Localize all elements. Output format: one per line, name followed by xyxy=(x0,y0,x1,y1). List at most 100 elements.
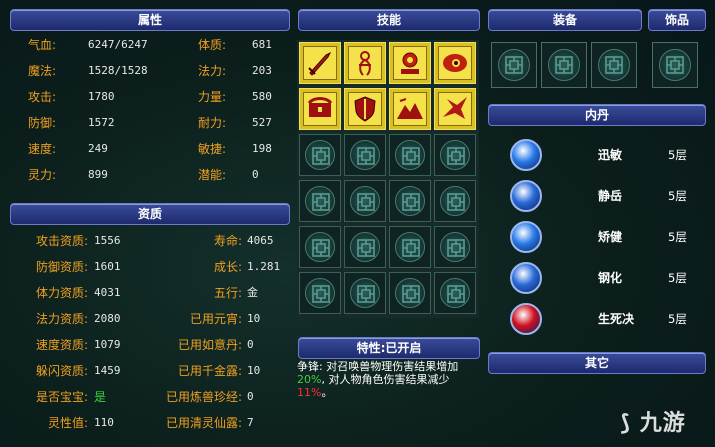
aptitude-header: 资质 xyxy=(10,203,290,225)
skill-slot-empty[interactable] xyxy=(344,180,386,222)
empty-slot-icon xyxy=(598,49,630,81)
skill-slot-empty[interactable] xyxy=(389,226,431,268)
empty-slot-icon xyxy=(498,49,530,81)
attribute-label: 防御: xyxy=(28,116,57,130)
empty-slot-icon xyxy=(350,232,380,262)
inner-dan-icon[interactable] xyxy=(510,262,542,294)
aptitude-label: 速度资质: xyxy=(35,338,88,352)
empty-slot-icon xyxy=(395,140,425,170)
chest-skill-icon xyxy=(303,92,337,126)
attribute-value: 580 xyxy=(252,90,272,103)
aptitude-label: 寿命: xyxy=(213,234,242,248)
skill-slot[interactable] xyxy=(344,88,386,130)
empty-slot-icon xyxy=(440,232,470,262)
attribute-value: 899 xyxy=(88,168,108,181)
skill-slot-empty[interactable] xyxy=(344,134,386,176)
sword-skill-icon xyxy=(303,46,337,80)
attribute-label: 敏捷: xyxy=(198,142,227,156)
attribute-label: 法力: xyxy=(198,64,227,78)
trait-percent-1: 20% xyxy=(297,373,322,386)
inner-dan-icon[interactable] xyxy=(510,180,542,212)
eye-skill-icon xyxy=(438,46,472,80)
inner-dan-level: 5层 xyxy=(668,271,687,285)
inner-dan-icon[interactable] xyxy=(510,139,542,171)
skill-slot-empty[interactable] xyxy=(299,226,341,268)
inner-dan-name: 静岳 xyxy=(598,189,623,203)
skill-slot-empty[interactable] xyxy=(434,226,476,268)
attribute-label: 魔法: xyxy=(28,64,57,78)
skill-slot-empty[interactable] xyxy=(299,272,341,314)
aptitude-value: 2080 xyxy=(94,312,121,325)
attribute-value: 203 xyxy=(252,64,272,77)
skill-slot-empty[interactable] xyxy=(299,180,341,222)
skill-slot[interactable] xyxy=(434,88,476,130)
empty-slot-icon xyxy=(395,186,425,216)
skill-slot-empty[interactable] xyxy=(389,180,431,222)
trait-header[interactable]: 特性:已开启 xyxy=(298,337,480,359)
inner-dan-level: 5层 xyxy=(668,148,687,162)
attribute-value: 0 xyxy=(252,168,259,181)
ornament-slot[interactable] xyxy=(652,42,698,88)
skill-slot-empty[interactable] xyxy=(434,134,476,176)
empty-slot-icon xyxy=(440,140,470,170)
aptitude-label: 已用千金露: xyxy=(177,364,242,378)
equipment-slot-1[interactable] xyxy=(491,42,537,88)
aptitude-value: 4031 xyxy=(94,286,121,299)
skill-slot[interactable] xyxy=(344,42,386,84)
skill-slot-empty[interactable] xyxy=(389,134,431,176)
empty-slot-icon xyxy=(440,186,470,216)
aptitude-value: 10 xyxy=(247,312,261,325)
skill-slot-empty[interactable] xyxy=(344,226,386,268)
aptitude-label: 攻击资质: xyxy=(35,234,88,248)
figure-skill-icon xyxy=(348,46,382,80)
attribute-value: 1528/1528 xyxy=(88,64,148,77)
aptitude-value: 是 xyxy=(94,390,107,404)
aptitude-value: 1079 xyxy=(94,338,121,351)
inner-dan-level: 5层 xyxy=(668,230,687,244)
altar-skill-icon xyxy=(393,46,427,80)
skills-header: 技能 xyxy=(298,9,480,31)
aptitude-value: 1556 xyxy=(94,234,121,247)
equipment-slot-3[interactable] xyxy=(591,42,637,88)
skill-slot-empty[interactable] xyxy=(434,180,476,222)
empty-slot-icon xyxy=(350,140,380,170)
inner-dan-icon[interactable] xyxy=(510,221,542,253)
attribute-label: 速度: xyxy=(28,142,57,156)
equipment-slot-2[interactable] xyxy=(541,42,587,88)
skill-slot-empty[interactable] xyxy=(434,272,476,314)
watermark-logo: ⟆ 九游 xyxy=(620,405,686,437)
inner-dan-header: 内丹 xyxy=(488,104,706,126)
attribute-value: 249 xyxy=(88,142,108,155)
inner-dan-name: 矫健 xyxy=(598,230,623,244)
aptitude-label: 防御资质: xyxy=(35,260,88,274)
skill-slot-empty[interactable] xyxy=(344,272,386,314)
skill-slot[interactable] xyxy=(434,42,476,84)
skill-slot[interactable] xyxy=(389,88,431,130)
aptitude-label: 灵性值: xyxy=(47,416,88,430)
empty-slot-icon xyxy=(305,278,335,308)
aptitude-label: 法力资质: xyxy=(35,312,88,326)
skill-slot[interactable] xyxy=(389,42,431,84)
aptitude-label: 已用清灵仙露: xyxy=(165,416,242,430)
aptitude-value: 0 xyxy=(247,338,254,351)
aptitude-label: 躲闪资质: xyxy=(35,364,88,378)
aptitude-value: 110 xyxy=(94,416,114,429)
other-header[interactable]: 其它 xyxy=(488,352,706,374)
aptitude-value: 0 xyxy=(247,390,254,403)
aptitude-value: 1.281 xyxy=(247,260,281,273)
attribute-label: 体质: xyxy=(198,38,227,52)
empty-slot-icon xyxy=(440,278,470,308)
trait-text-3: 。 xyxy=(321,386,333,399)
trait-text-2: , 对人物角色伤害结果减少 xyxy=(321,373,450,386)
attribute-label: 气血: xyxy=(28,38,57,52)
skill-slot[interactable] xyxy=(299,42,341,84)
skill-slot-empty[interactable] xyxy=(299,134,341,176)
skill-slot[interactable] xyxy=(299,88,341,130)
inner-dan-level: 5层 xyxy=(668,189,687,203)
aptitude-label: 已用如意丹: xyxy=(177,338,242,352)
aptitude-label: 体力资质: xyxy=(35,286,88,300)
inner-dan-icon[interactable] xyxy=(510,303,542,335)
shield-skill-icon xyxy=(348,92,382,126)
bird-skill-icon xyxy=(438,92,472,126)
skill-slot-empty[interactable] xyxy=(389,272,431,314)
